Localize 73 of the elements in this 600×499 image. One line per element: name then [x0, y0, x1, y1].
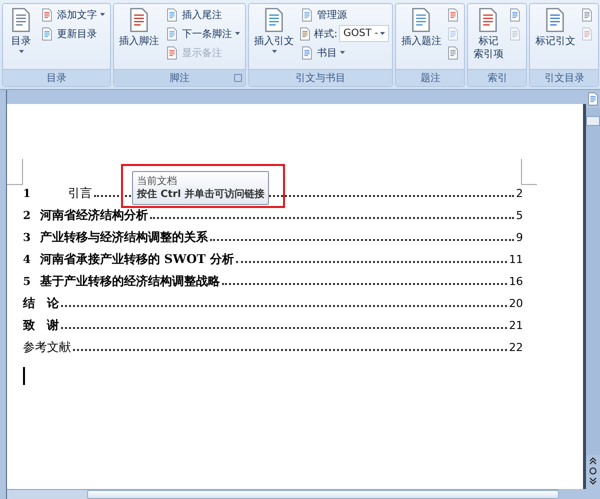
document-icon	[580, 8, 594, 22]
group-label: 题注	[420, 72, 440, 85]
toc-number: 3	[23, 231, 32, 244]
ribbon-button[interactable]: 管理源	[298, 6, 390, 23]
text-cursor	[23, 367, 25, 385]
ribbon-button[interactable]: 插入尾注	[163, 6, 242, 23]
ribbon-button[interactable]: 添加文字	[38, 6, 107, 23]
caret-icon	[340, 51, 345, 54]
toc-title[interactable]: 产业转移与经济结构调整的关系	[40, 229, 208, 246]
caret-icon	[272, 50, 276, 53]
document-icon	[165, 26, 179, 40]
toc-page-number: 20	[509, 297, 523, 310]
toc-page-number: 16	[509, 275, 523, 288]
document-icon	[508, 26, 522, 40]
document-icon	[446, 26, 460, 40]
ruler-toggle-icon	[586, 92, 600, 106]
style-dropdown[interactable]: GOST -	[339, 25, 390, 42]
corner-mark-icon	[521, 159, 537, 185]
group-label: 引文目录	[544, 72, 584, 85]
caret-icon	[235, 32, 240, 35]
document-icon	[165, 46, 179, 60]
corner-mark-icon	[7, 159, 23, 185]
caret-icon	[380, 32, 386, 35]
document-icon	[580, 26, 594, 40]
toc-number: 1	[23, 187, 32, 200]
toc-title[interactable]: 河南省经济结构分析	[40, 207, 148, 224]
toc-title[interactable]: 致 谢	[23, 317, 59, 334]
group-label: 索引	[487, 72, 508, 85]
ribbon-button[interactable]: 书目	[298, 44, 390, 61]
group-label: 引文与书目	[296, 72, 346, 85]
ribbon-large-button[interactable]: 插入脚注	[117, 6, 161, 49]
ribbon-large-button[interactable]: 插入题注	[399, 6, 444, 49]
document-icon	[446, 8, 460, 22]
toc-page-number: 21	[509, 319, 523, 332]
ribbon-button[interactable]: 更新目录	[38, 25, 107, 42]
toc-page-number: 11	[509, 253, 523, 266]
ribbon-large-button[interactable]: 目录	[6, 6, 36, 54]
toc-page-number: 9	[516, 231, 523, 244]
document-icon	[508, 8, 522, 22]
toc-number: 5	[23, 275, 32, 288]
document-icon	[40, 26, 54, 40]
document-icon	[40, 8, 54, 22]
toc-page-number: 22	[509, 341, 523, 354]
toc-number: 2	[23, 209, 32, 222]
next-page-icon[interactable]	[589, 477, 597, 485]
toc-page-number: 2	[516, 187, 523, 200]
group-label: 目录	[46, 72, 66, 85]
toc-title[interactable]: 结 论	[23, 295, 59, 312]
horizontal-scrollbar[interactable]	[7, 489, 559, 499]
document-icon	[298, 26, 312, 40]
toc-title[interactable]: 基于产业转移的经济结构调整战略	[40, 273, 220, 290]
ribbon-large-button[interactable]: 标记引文	[533, 6, 578, 49]
document-icon	[300, 46, 314, 60]
ribbon-large-button[interactable]: 插入引文	[252, 6, 296, 54]
toc-title[interactable]: 参考文献	[23, 339, 71, 356]
caret-icon	[18, 50, 24, 53]
ribbon-large-button[interactable]: 标记 索引项	[471, 6, 506, 62]
toc-number: 4	[23, 253, 32, 266]
document-icon	[300, 8, 314, 22]
toc-title[interactable]: 引言	[40, 185, 92, 202]
document-icon	[446, 46, 460, 60]
style-label: 样式:	[314, 28, 338, 40]
toc-title[interactable]: 河南省承接产业转移的 SWOT 分析	[40, 251, 234, 268]
group-label: 脚注	[170, 72, 190, 85]
ribbon-button[interactable]: 下一条脚注	[163, 25, 242, 42]
browse-object-icon[interactable]	[589, 467, 597, 475]
caret-icon	[100, 13, 105, 16]
document-icon	[165, 8, 179, 22]
previous-page-icon[interactable]	[589, 457, 597, 465]
tooltip-title: 当前文档	[137, 175, 178, 188]
tooltip-text: 按住 Ctrl 并单击可访问链接	[137, 188, 264, 201]
toc-page-number: 5	[516, 209, 523, 222]
vertical-scrollbar[interactable]	[586, 108, 600, 455]
